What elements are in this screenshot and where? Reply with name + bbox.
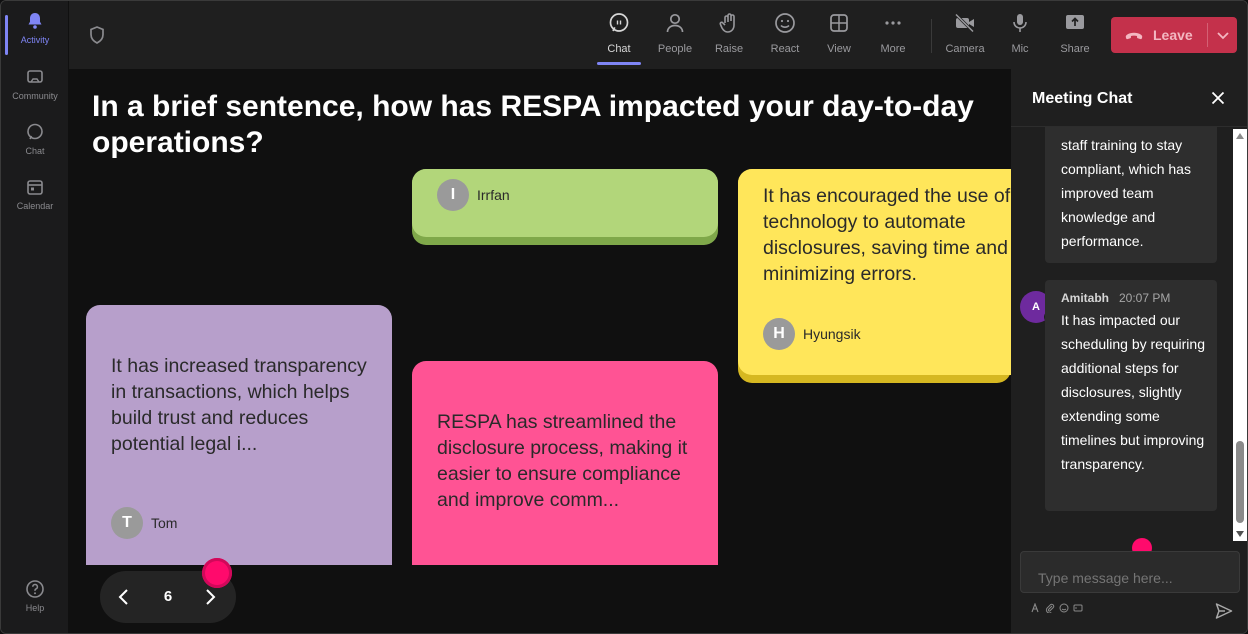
mic-label: Mic — [1011, 43, 1029, 55]
app-window: Activity Community Chat Calendar Help Ch… — [0, 0, 1248, 634]
bell-icon — [28, 13, 42, 29]
view-button[interactable]: View — [813, 11, 865, 63]
cursor-pointer-dot — [202, 558, 232, 588]
message-input[interactable] — [1020, 551, 1240, 593]
rail-label: Help — [25, 603, 45, 613]
leave-button[interactable]: Leave — [1111, 17, 1237, 53]
gif-icon[interactable] — [1073, 603, 1083, 613]
scroll-down-arrow[interactable] — [1236, 531, 1244, 537]
send-icon[interactable] — [1214, 601, 1234, 621]
chat-message: Amitabh 20:07 PM It has impacted our sche… — [1045, 280, 1217, 511]
attach-icon[interactable] — [1045, 603, 1055, 613]
note-author: T Tom — [111, 507, 177, 539]
whiteboard-stage: In a brief sentence, how has RESPA impac… — [69, 69, 1011, 633]
calendar-icon — [27, 180, 43, 195]
rail-label: Calendar — [16, 201, 54, 211]
chat-icon — [27, 123, 43, 140]
smiley-icon — [775, 13, 795, 33]
mic-icon — [1013, 14, 1027, 32]
hand-icon — [719, 13, 735, 33]
rail-item-activity[interactable]: Activity — [1, 11, 69, 63]
raise-hand-button[interactable]: Raise — [703, 11, 755, 63]
format-icon[interactable] — [1031, 603, 1041, 613]
phone-hangup-icon — [1125, 32, 1143, 40]
chat-header: Meeting Chat — [1011, 69, 1247, 127]
left-rail: Activity Community Chat Calendar Help — [1, 1, 69, 633]
chat-label: Chat — [607, 43, 631, 55]
avatar: I — [437, 179, 469, 211]
note-author: H Hyungsik — [763, 318, 861, 350]
more-button[interactable]: More — [867, 11, 919, 63]
leave-label: Leave — [1153, 27, 1193, 43]
people-button[interactable]: People — [649, 11, 701, 63]
sender-name: Amitabh — [1061, 291, 1109, 305]
more-icon — [885, 21, 901, 25]
chat-icon — [609, 13, 629, 32]
rail-item-chat[interactable]: Chat — [1, 122, 69, 174]
chevron-right-icon[interactable] — [198, 585, 222, 609]
sticky-note[interactable]: It has encouraged the use of technology … — [738, 169, 1011, 383]
author-name: Tom — [151, 515, 178, 531]
view-label: View — [827, 43, 851, 55]
react-label: React — [770, 43, 800, 55]
react-button[interactable]: React — [759, 11, 811, 63]
scroll-up-arrow[interactable] — [1236, 133, 1244, 139]
author-name: Hyungsik — [803, 326, 861, 342]
sticky-note[interactable]: It has increased transparency in transac… — [86, 305, 392, 565]
rail-item-help[interactable]: Help — [1, 579, 69, 631]
rail-item-calendar[interactable]: Calendar — [1, 177, 69, 229]
meeting-chat-panel: Meeting Chat staff training to stay comp… — [1011, 69, 1247, 633]
message-meta: Amitabh 20:07 PM — [1061, 291, 1170, 305]
toolbar-divider — [931, 19, 932, 53]
people-icon — [666, 13, 684, 33]
close-icon[interactable] — [1209, 89, 1227, 107]
question-title: In a brief sentence, how has RESPA impac… — [92, 90, 974, 159]
camera-button[interactable]: Camera — [939, 11, 991, 63]
rail-label: Activity — [20, 35, 50, 45]
leave-divider — [1207, 23, 1208, 47]
raise-label: Raise — [714, 43, 744, 55]
avatar: T — [111, 507, 143, 539]
sticky-note[interactable]: I Irrfan — [412, 169, 718, 245]
meeting-toolbar: Chat People Raise React View More Camera — [69, 1, 1247, 69]
chevron-down-icon[interactable] — [1213, 25, 1233, 45]
sticky-note[interactable]: RESPA has streamlined the disclosure pro… — [412, 361, 718, 565]
scroll-thumb[interactable] — [1236, 441, 1244, 523]
page-number: 6 — [163, 588, 173, 605]
more-label: More — [880, 43, 906, 55]
note-author: I Irrfan — [437, 179, 510, 211]
help-icon — [26, 580, 44, 598]
community-icon — [27, 70, 43, 83]
note-text: RESPA has streamlined the disclosure pro… — [437, 411, 688, 511]
rail-label: Chat — [25, 146, 45, 156]
camera-off-icon — [954, 13, 975, 33]
note-text: It has increased transparency in transac… — [111, 355, 367, 455]
people-label: People — [657, 43, 693, 55]
share-label: Share — [1060, 43, 1090, 55]
chevron-left-icon[interactable] — [112, 585, 136, 609]
chat-message: staff training to stay compliant, which … — [1045, 127, 1217, 263]
author-name: Irrfan — [477, 187, 510, 203]
emoji-icon[interactable] — [1059, 603, 1069, 613]
grid-icon — [830, 14, 848, 32]
mic-button[interactable]: Mic — [994, 11, 1046, 63]
chat-scrollbar[interactable] — [1233, 129, 1247, 541]
message-time: 20:07 PM — [1119, 291, 1171, 305]
share-button[interactable]: Share — [1049, 11, 1101, 63]
shield-icon[interactable] — [87, 25, 107, 45]
rail-label: Community — [12, 91, 58, 101]
share-screen-icon — [1066, 15, 1084, 29]
message-text: It has impacted our scheduling by requir… — [1061, 312, 1205, 472]
rail-item-community[interactable]: Community — [1, 67, 69, 119]
chat-title: Meeting Chat — [1032, 90, 1133, 107]
note-text: It has encouraged the use of technology … — [763, 185, 1011, 285]
avatar: H — [763, 318, 795, 350]
camera-label: Camera — [945, 43, 985, 55]
chat-button[interactable]: Chat — [593, 11, 645, 65]
message-text: staff training to stay compliant, which … — [1061, 137, 1191, 249]
